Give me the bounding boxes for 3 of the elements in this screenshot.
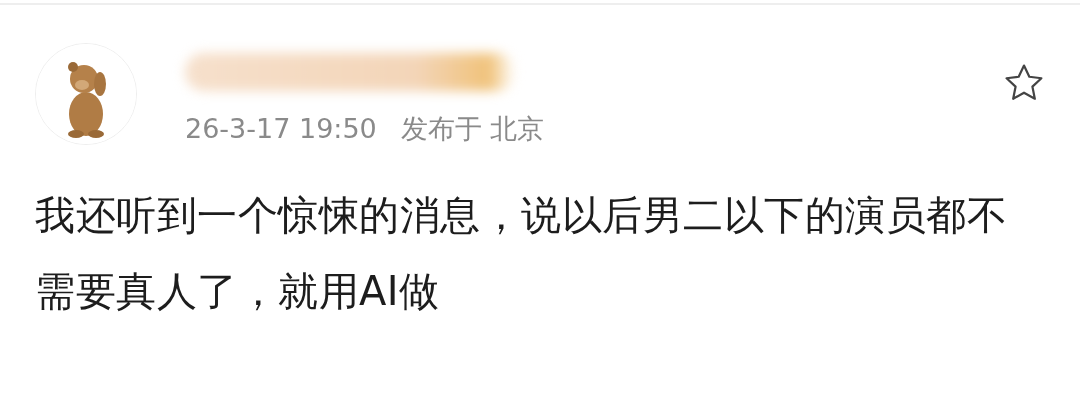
post-text: 我还听到一个惊悚的消息，说以后男二以下的演员都不需要真人了，就用AI做 — [34, 191, 1008, 316]
post-time: 26-3-17 19:50 — [185, 113, 377, 144]
post-location: 发布于 北京 — [400, 113, 545, 144]
